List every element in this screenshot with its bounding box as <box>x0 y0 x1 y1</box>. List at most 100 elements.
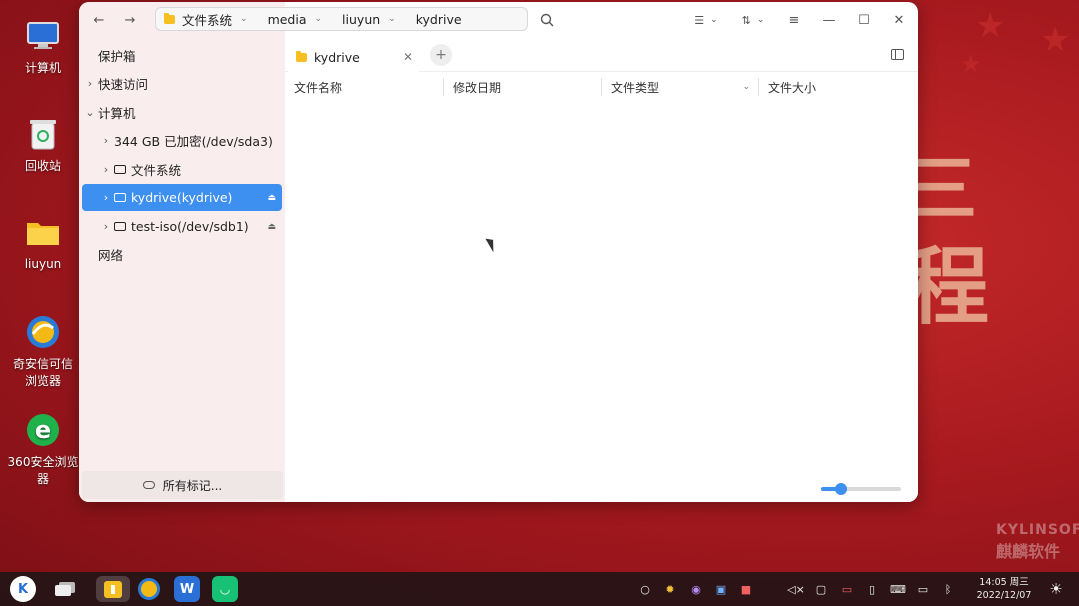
view-mode-button[interactable]: ☰ ⌄ <box>689 10 723 30</box>
notification-icon[interactable]: ▭ <box>839 581 855 597</box>
sidebar-item-computer[interactable]: ⌄ 计算机 <box>82 99 282 126</box>
zoom-slider-handle[interactable] <box>835 483 847 495</box>
new-tab-button[interactable]: + <box>430 44 452 66</box>
chevron-right-icon[interactable]: › <box>82 77 98 90</box>
sort-button[interactable]: ⇅ ⌄ <box>736 10 770 30</box>
sidebar-item-filesystem[interactable]: › 文件系统 <box>82 156 282 183</box>
sidebar-item-network[interactable]: 网络 <box>82 241 282 268</box>
menu-button[interactable]: ≡ <box>784 10 804 30</box>
sort-icon: ⇅ <box>741 13 751 27</box>
brightness-icon[interactable]: ✹ <box>662 581 678 597</box>
search-button[interactable] <box>537 10 557 30</box>
column-modified-date[interactable]: 修改日期 <box>443 78 601 96</box>
preview-pane-icon[interactable] <box>891 49 904 60</box>
desktop-icon-trash[interactable]: 回收站 <box>5 114 81 175</box>
desktop-icon-label: 奇安信可信 浏览器 <box>12 357 73 388</box>
breadcrumb-item[interactable]: liuyun ⌄ <box>342 12 396 27</box>
chevron-down-icon: ⌄ <box>756 15 765 25</box>
desktop-icon-360-browser[interactable]: e 360安全浏览 器 <box>5 410 81 488</box>
eject-icon[interactable]: ⏏ <box>267 193 276 203</box>
breadcrumb-item[interactable]: media ⌄ <box>268 12 322 27</box>
wallpaper-watermark: KYLINSOFT 麒麟软件 <box>996 522 1079 568</box>
address-bar[interactable]: 文件系统 ⌄ media ⌄ liuyun ⌄ kydrive <box>155 7 528 31</box>
screen-share-icon[interactable]: ▢ <box>813 581 829 597</box>
breadcrumb-item[interactable]: kydrive <box>416 12 462 27</box>
sidebar-item-vault[interactable]: 保护箱 <box>82 42 282 69</box>
desktop-icon-qianxin-browser[interactable]: 奇安信可信 浏览器 <box>5 312 81 390</box>
tag-icon <box>142 481 155 489</box>
all-tags-button[interactable]: 所有标记... <box>82 471 283 499</box>
clipboard-icon[interactable]: ▯ <box>864 581 880 597</box>
qianxin-browser-icon <box>23 312 63 352</box>
assistant-icon[interactable]: ◉ <box>688 581 704 597</box>
multitask-view-button[interactable] <box>52 576 78 602</box>
chevron-right-icon[interactable]: › <box>98 191 114 204</box>
desktop-icon-label: 回收站 <box>24 159 61 173</box>
watermark-line: KYLINSOFT <box>996 522 1079 538</box>
desktop-icon-label: 360安全浏览 器 <box>7 455 79 486</box>
theme-toggle-icon[interactable]: ☀ <box>1048 580 1064 598</box>
tab-kydrive[interactable]: kydrive ✕ <box>288 42 419 72</box>
multitask-icon <box>55 582 75 596</box>
forward-button[interactable]: → <box>120 10 140 30</box>
chevron-down-icon[interactable]: ⌄ <box>388 14 396 24</box>
eject-icon[interactable]: ⏏ <box>267 222 276 232</box>
column-header: 文件名称 修改日期 文件类型 ⌄ 文件大小 <box>285 72 918 102</box>
sidebar-item-quick-access[interactable]: › 快速访问 <box>82 70 282 97</box>
search-icon[interactable]: ○ <box>637 581 653 597</box>
taskbar-file-manager[interactable] <box>96 576 130 602</box>
column-name[interactable]: 文件名称 <box>285 78 443 96</box>
chevron-right-icon[interactable]: › <box>98 163 114 176</box>
zoom-slider[interactable] <box>821 483 901 495</box>
shopping-bag-icon: ◡ <box>220 582 230 596</box>
minimize-button[interactable]: — <box>819 10 839 30</box>
folder-icon <box>296 50 307 62</box>
file-manager-icon <box>104 581 122 598</box>
chevron-down-icon: ⌄ <box>710 15 718 25</box>
tab-bar: kydrive ✕ + <box>285 38 918 72</box>
taskbar-wps[interactable]: W <box>174 576 200 602</box>
wallpaper-star-icon: ★ <box>975 6 1006 46</box>
back-button[interactable]: ← <box>89 10 109 30</box>
chevron-down-icon[interactable]: ⌄ <box>315 14 323 24</box>
desktop-icon-home-folder[interactable]: liuyun <box>5 212 81 273</box>
taskbar: K W ◡ ○ ✹ ◉ ▣ ■ ◁× ▢ ▭ ▯ ⌨ ▭ ᛒ 14:05 周三 … <box>0 572 1079 606</box>
sidebar-item-label: 网络 <box>98 248 124 263</box>
chevron-down-icon[interactable]: ⌄ <box>82 106 98 119</box>
folder-icon <box>164 12 175 24</box>
chevron-right-icon[interactable]: › <box>98 134 114 147</box>
file-manager-window: ← → 文件系统 ⌄ media ⌄ liuyun ⌄ kydrive ☰ ⌄ … <box>79 2 918 502</box>
column-file-type[interactable]: 文件类型 ⌄ <box>601 78 758 96</box>
chevron-down-icon[interactable]: ⌄ <box>240 14 248 24</box>
close-button[interactable]: ✕ <box>889 10 909 30</box>
upload-icon[interactable]: ▣ <box>713 581 729 597</box>
bluetooth-icon[interactable]: ᛒ <box>940 581 956 597</box>
keyboard-icon[interactable]: ⌨ <box>890 581 906 597</box>
wallpaper-star-icon: ★ <box>960 50 982 78</box>
sidebar-item-test-iso[interactable]: › test-iso(/dev/sdb1) ⏏ <box>82 213 282 240</box>
sidebar-item-encrypted-volume[interactable]: › 344 GB 已加密(/dev/sda3) <box>82 127 282 154</box>
column-file-size[interactable]: 文件大小 <box>758 78 908 96</box>
start-menu-button[interactable]: K <box>10 576 36 602</box>
360-browser-icon: e <box>23 410 63 450</box>
sidebar-item-label: 快速访问 <box>98 77 149 92</box>
sidebar-item-kydrive[interactable]: › kydrive(kydrive) ⏏ <box>82 184 282 211</box>
usb-icon[interactable]: ▭ <box>915 581 931 597</box>
desktop-icon-computer[interactable]: 计算机 <box>5 16 81 77</box>
list-view-icon: ☰ <box>694 13 705 27</box>
volume-muted-icon[interactable]: ◁× <box>787 581 805 597</box>
taskbar-qianxin-browser[interactable] <box>136 576 162 602</box>
maximize-button[interactable]: ☐ <box>854 10 874 30</box>
breadcrumb-label: kydrive <box>415 11 462 27</box>
watermark-line: 麒麟软件 <box>996 542 1061 561</box>
close-tab-icon[interactable]: ✕ <box>403 50 413 64</box>
camera-icon[interactable]: ■ <box>738 581 754 597</box>
chevron-down-icon[interactable]: ⌄ <box>742 82 750 92</box>
breadcrumb-item[interactable]: 文件系统 ⌄ <box>164 10 248 29</box>
taskbar-software-store[interactable]: ◡ <box>212 576 238 602</box>
breadcrumb-label: media <box>267 11 307 27</box>
chevron-right-icon[interactable]: › <box>98 220 114 233</box>
file-list-area[interactable] <box>285 102 918 502</box>
clock[interactable]: 14:05 周三 2022/12/07 <box>975 576 1033 602</box>
sidebar-item-label: test-iso(/dev/sdb1) <box>131 219 249 234</box>
